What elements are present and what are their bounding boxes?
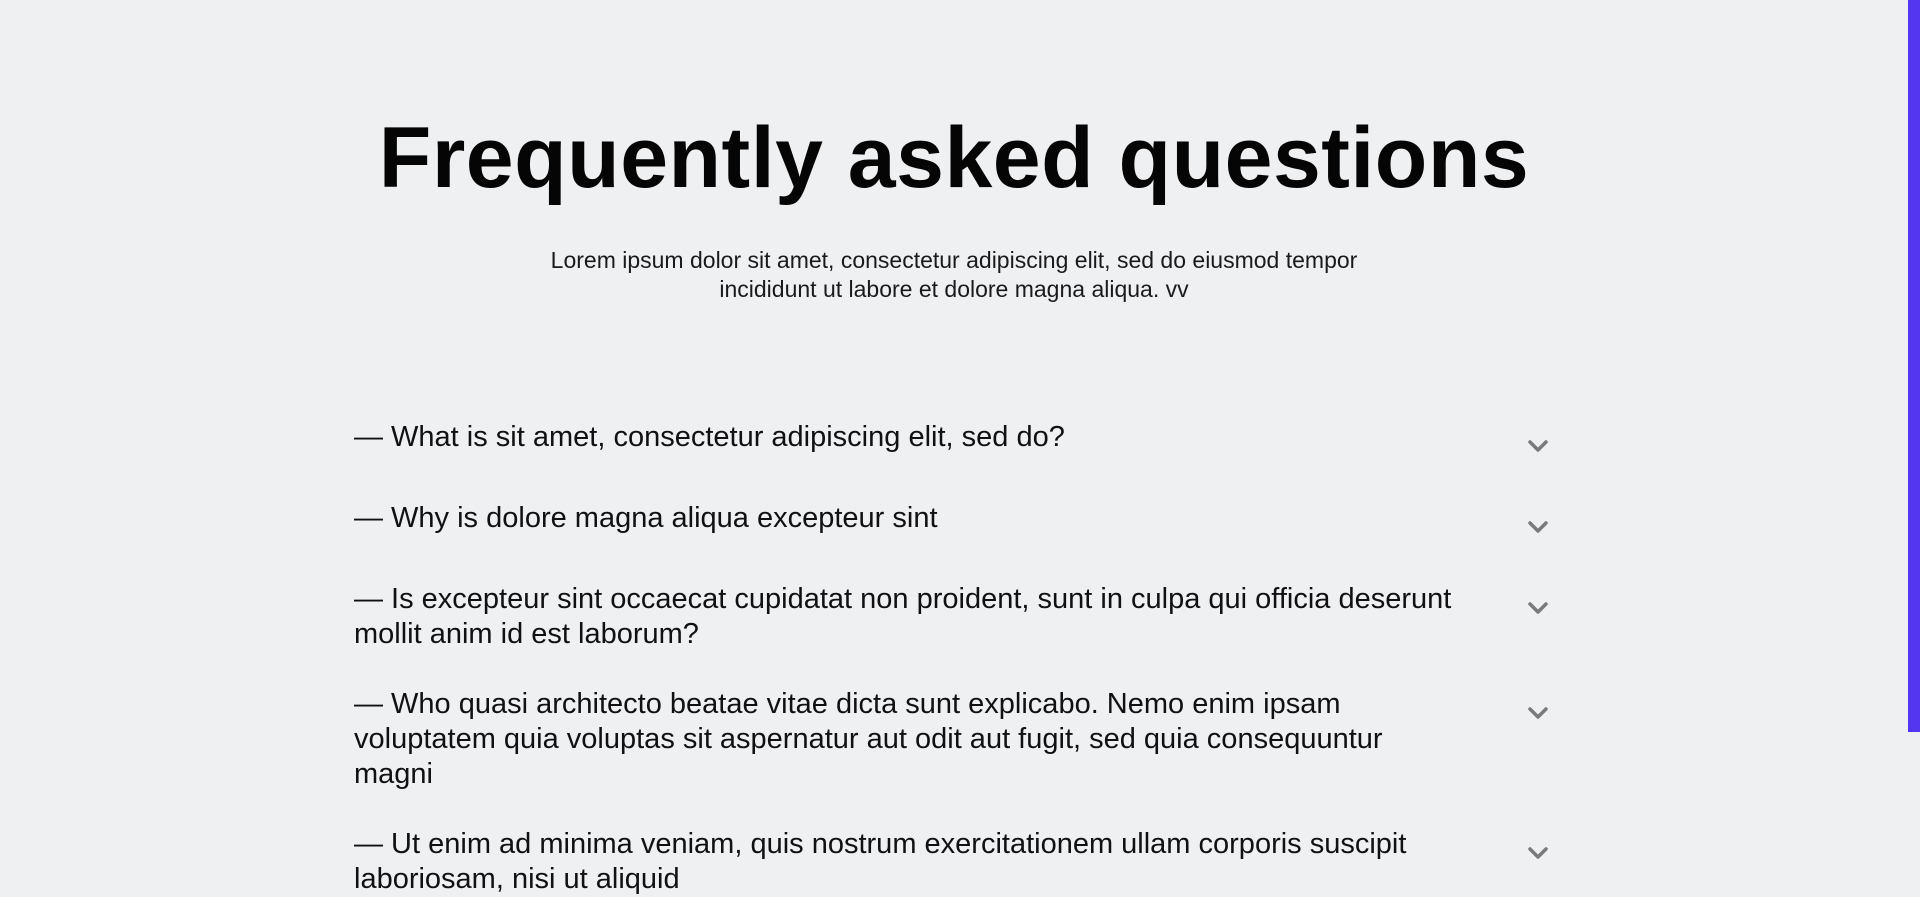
faq-item[interactable]: — Who quasi architecto beatae vitae dict… bbox=[354, 687, 1554, 827]
page-title: Frequently asked questions bbox=[378, 110, 1530, 206]
faq-question: — Ut enim ad minima veniam, quis nostrum… bbox=[354, 828, 1407, 895]
chevron-down-icon[interactable] bbox=[1522, 430, 1554, 462]
faq-page: Frequently asked questions Lorem ipsum d… bbox=[0, 0, 1920, 895]
chevron-down-icon[interactable] bbox=[1522, 697, 1554, 729]
page-subtitle: Lorem ipsum dolor sit amet, consectetur … bbox=[550, 247, 1358, 302]
faq-question: — Is excepteur sint occaecat cupidatat n… bbox=[354, 583, 1452, 650]
faq-item[interactable]: — Why is dolore magna aliqua excepteur s… bbox=[354, 501, 1554, 582]
faq-item[interactable]: — Ut enim ad minima veniam, quis nostrum… bbox=[354, 827, 1554, 895]
faq-question: — Why is dolore magna aliqua excepteur s… bbox=[354, 502, 938, 534]
faq-item[interactable]: — What is sit amet, consectetur adipisci… bbox=[354, 420, 1554, 501]
faq-list: — What is sit amet, consectetur adipisci… bbox=[354, 420, 1554, 895]
chevron-down-icon[interactable] bbox=[1522, 837, 1554, 869]
chevron-down-icon[interactable] bbox=[1522, 511, 1554, 543]
chevron-down-icon[interactable] bbox=[1522, 592, 1554, 624]
faq-question: — What is sit amet, consectetur adipisci… bbox=[354, 421, 1065, 453]
faq-question: — Who quasi architecto beatae vitae dict… bbox=[354, 688, 1383, 790]
faq-item[interactable]: — Is excepteur sint occaecat cupidatat n… bbox=[354, 582, 1554, 687]
scroll-accent-bar[interactable] bbox=[1908, 0, 1920, 732]
